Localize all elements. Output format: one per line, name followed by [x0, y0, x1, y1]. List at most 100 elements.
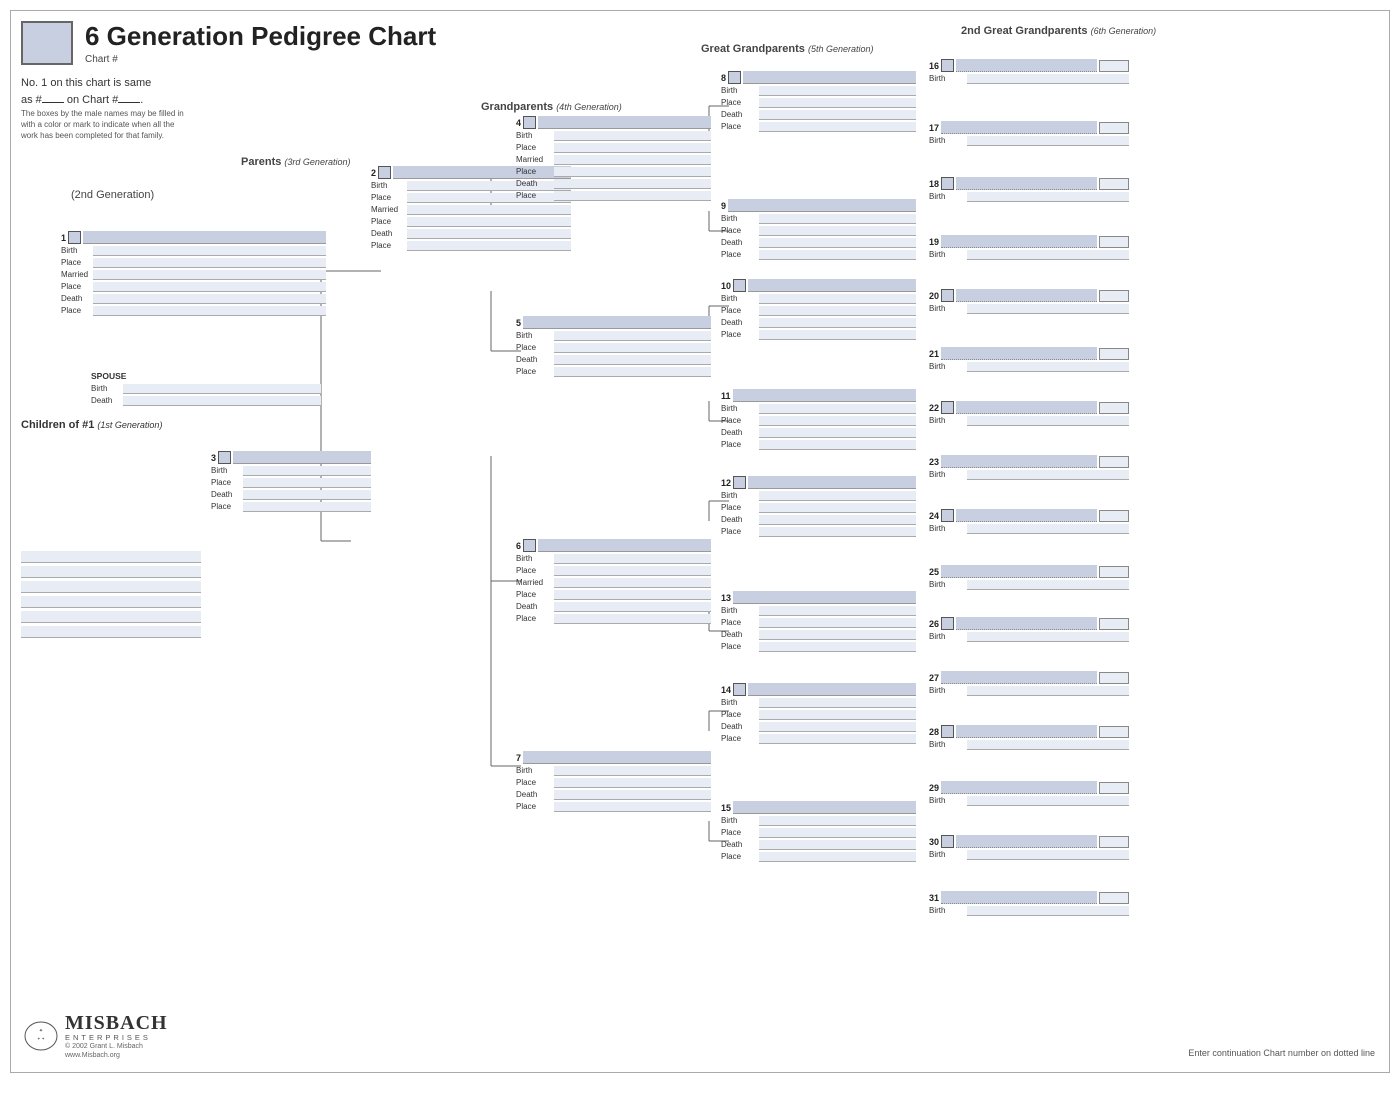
person-15-name[interactable]	[733, 801, 916, 814]
child-2[interactable]	[21, 566, 201, 578]
person-12-box[interactable]	[733, 476, 746, 489]
person-1-name[interactable]	[83, 231, 326, 244]
person-9-name[interactable]	[728, 199, 916, 212]
person-7-birthplace[interactable]	[554, 778, 711, 788]
person-8-deathplace[interactable]	[759, 122, 916, 132]
person-1: 1 Birth Place Married Place Death Place	[61, 231, 326, 316]
person-3-death[interactable]	[243, 490, 371, 500]
person-7-name[interactable]	[523, 751, 711, 764]
person-7-death[interactable]	[554, 790, 711, 800]
pedigree-chart: 6 Generation Pedigree Chart Chart # No. …	[10, 10, 1390, 1073]
gen5-label: Great Grandparents (5th Generation)	[701, 43, 874, 55]
person-1-box[interactable]	[68, 231, 81, 244]
person-4-name[interactable]	[538, 116, 711, 129]
gen3-label: Parents (3rd Generation)	[241, 156, 350, 168]
person-4-deathplace[interactable]	[554, 191, 711, 201]
gen4-label: Grandparents (4th Generation)	[481, 101, 622, 113]
person-10-name[interactable]	[748, 279, 916, 292]
person-22: 22 Birth	[929, 401, 1129, 426]
person-6-death[interactable]	[554, 602, 711, 612]
person-19: 19 Birth	[929, 235, 1129, 260]
person-16: 16 Birth	[929, 59, 1129, 84]
person-8-death[interactable]	[759, 110, 916, 120]
person-6-marriedplace[interactable]	[554, 590, 711, 600]
person-8-birth[interactable]	[759, 86, 916, 96]
chart-title: 6 Generation Pedigree Chart	[85, 21, 436, 52]
child-1[interactable]	[21, 551, 201, 563]
person-5-birth[interactable]	[554, 331, 711, 341]
person-11: 11 Birth Place Death Place	[721, 389, 916, 450]
logo-name: MISBACH	[65, 1013, 168, 1033]
person-6-name[interactable]	[538, 539, 711, 552]
person-1-birthplace[interactable]	[93, 258, 326, 268]
person-6-birth[interactable]	[554, 554, 711, 564]
person-10: 10 Birth Place Death Place	[721, 279, 916, 340]
person-1-birth[interactable]	[93, 246, 326, 256]
person-2-death[interactable]	[407, 229, 571, 239]
person-6-box[interactable]	[523, 539, 536, 552]
person-1-deathplace[interactable]	[93, 306, 326, 316]
person-1-married[interactable]	[93, 270, 326, 280]
spouse-birth[interactable]	[123, 384, 321, 394]
person-30: 30 Birth	[929, 835, 1129, 860]
person-21: 21 Birth	[929, 347, 1129, 372]
logo-area: ✦ ✦ ✦ MISBACH ENTERPRISES © 2002 Grant L…	[23, 1013, 168, 1060]
person-1-spouse: SPOUSE Birth Death	[91, 371, 321, 406]
person-4-death[interactable]	[554, 179, 711, 189]
person-7-birth[interactable]	[554, 766, 711, 776]
person-5-name[interactable]	[523, 316, 711, 329]
person-6-married[interactable]	[554, 578, 711, 588]
person-31: 31 Birth	[929, 891, 1129, 916]
person-14-name[interactable]	[748, 683, 916, 696]
person-3-box[interactable]	[218, 451, 231, 464]
person-7-deathplace[interactable]	[554, 802, 711, 812]
logo-website: www.Misbach.org	[65, 1051, 168, 1060]
person-17: 17 Birth	[929, 121, 1129, 146]
person-3-birth[interactable]	[243, 466, 371, 476]
person-3-name[interactable]	[233, 451, 371, 464]
person-11-name[interactable]	[733, 389, 916, 402]
person-6: 6 Birth Place Married Place Death Place	[516, 539, 711, 624]
person-27: 27 Birth	[929, 671, 1129, 696]
child-4[interactable]	[21, 596, 201, 608]
person-5-deathplace[interactable]	[554, 367, 711, 377]
person-3-deathplace[interactable]	[243, 502, 371, 512]
person-6-deathplace[interactable]	[554, 614, 711, 624]
person-2-married[interactable]	[407, 205, 571, 215]
person-8-box[interactable]	[728, 71, 741, 84]
person-5: 5 Birth Place Death Place	[516, 316, 711, 377]
person-5-birthplace[interactable]	[554, 343, 711, 353]
child-6[interactable]	[21, 626, 201, 638]
person-4-birthplace[interactable]	[554, 143, 711, 153]
child-3[interactable]	[21, 581, 201, 593]
person-14-box[interactable]	[733, 683, 746, 696]
person-8-name[interactable]	[743, 71, 916, 84]
logo-copyright: © 2002 Grant L. Misbach	[65, 1042, 168, 1051]
person-2-box[interactable]	[378, 166, 391, 179]
spouse-death[interactable]	[123, 396, 321, 406]
person-2-marriedplace[interactable]	[407, 217, 571, 227]
person-4-married[interactable]	[554, 155, 711, 165]
child-5[interactable]	[21, 611, 201, 623]
person-3-birthplace[interactable]	[243, 478, 371, 488]
person-4-birth[interactable]	[554, 131, 711, 141]
person-2-deathplace[interactable]	[407, 241, 571, 251]
person-4-box[interactable]	[523, 116, 536, 129]
instructions: The boxes by the male names may be fille…	[21, 109, 186, 141]
person-25: 25 Birth	[929, 565, 1129, 590]
person-5-death[interactable]	[554, 355, 711, 365]
person-12-name[interactable]	[748, 476, 916, 489]
chart-number: Chart #	[85, 54, 436, 65]
person-24: 24 Birth	[929, 509, 1129, 534]
person-1-death[interactable]	[93, 294, 326, 304]
person-1-marriedplace[interactable]	[93, 282, 326, 292]
person-10-box[interactable]	[733, 279, 746, 292]
person-13-name[interactable]	[733, 591, 916, 604]
person-6-birthplace[interactable]	[554, 566, 711, 576]
person-8-birthplace[interactable]	[759, 98, 916, 108]
person-1-num: 1	[61, 233, 66, 243]
person-4-marriedplace[interactable]	[554, 167, 711, 177]
svg-text:✦ ✦: ✦ ✦	[37, 1036, 45, 1041]
person-8: 8 Birth Place Death Place	[721, 71, 916, 132]
person-23: 23 Birth	[929, 455, 1129, 480]
